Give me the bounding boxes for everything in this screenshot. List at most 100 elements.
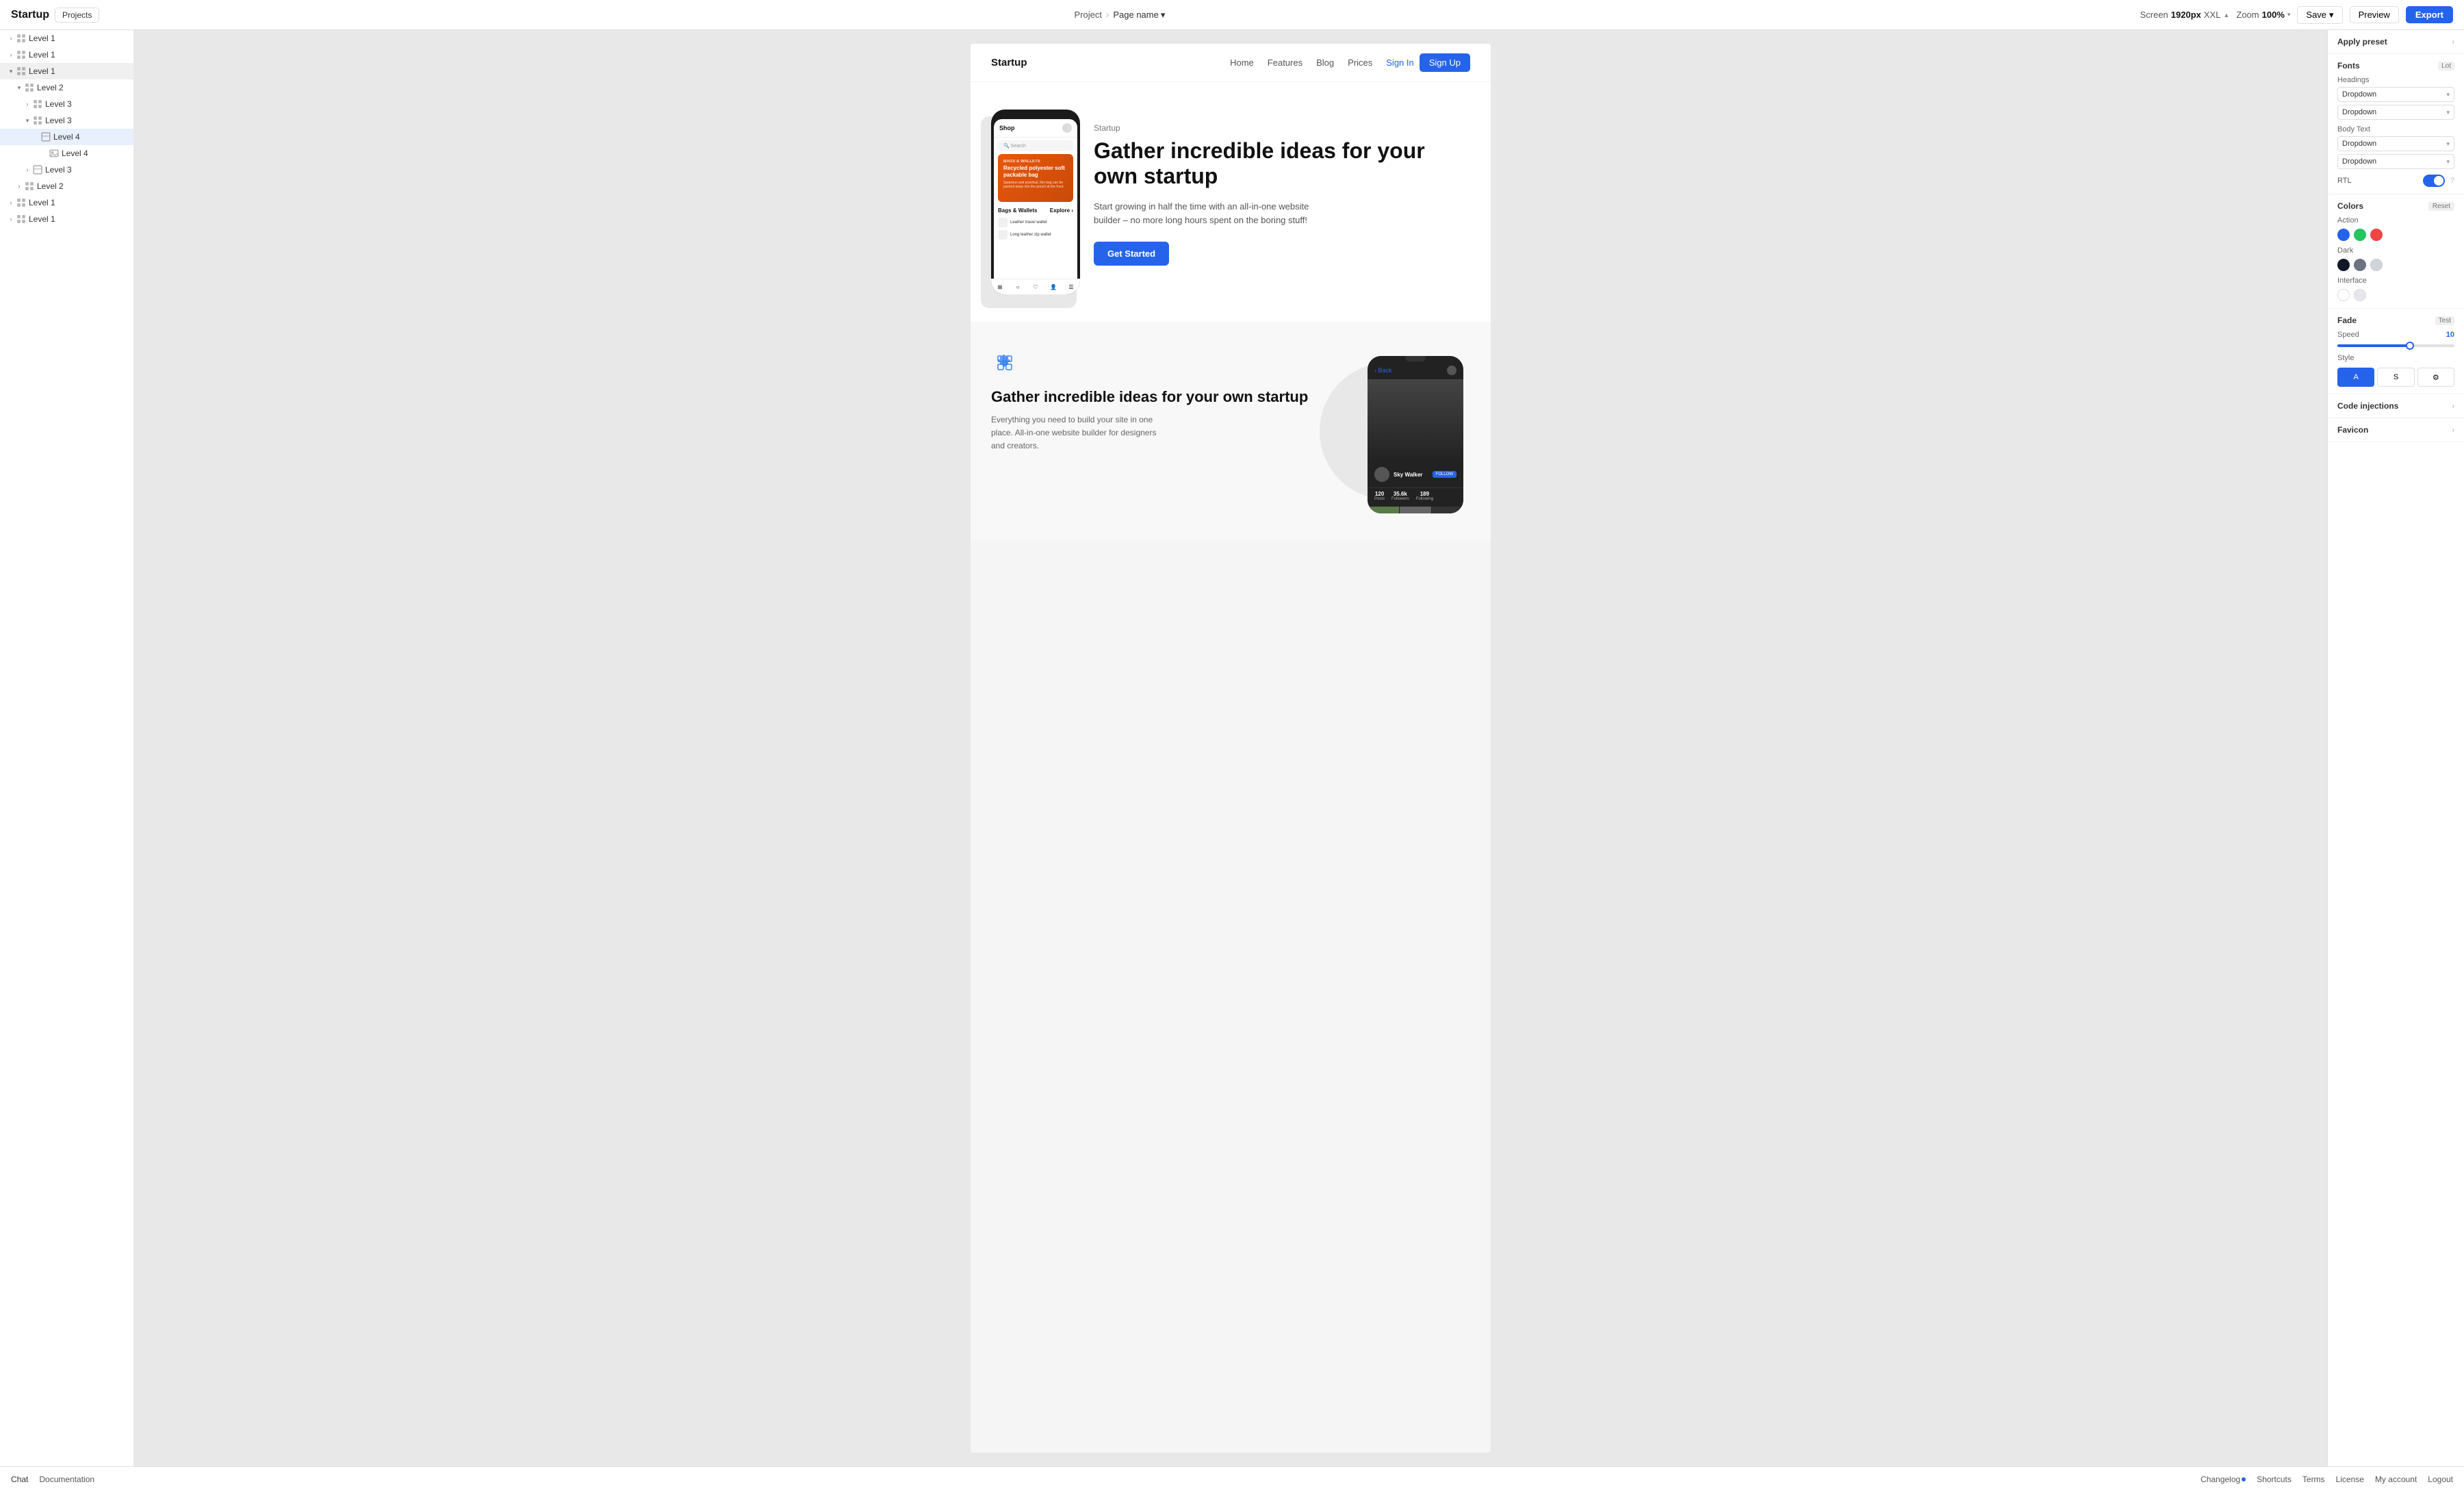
fp-stat-following: 189 Following [1416,491,1433,501]
my-account-link[interactable]: My account [2375,1475,2417,1484]
phone-notch [1018,110,1053,118]
layer-toggle-l3a: › [23,100,31,108]
logout-link[interactable]: Logout [2428,1475,2453,1484]
favicon-header[interactable]: Favicon › [2337,425,2454,435]
terms-link[interactable]: Terms [2302,1475,2325,1484]
phone-product-text-2: Long leather zip wallet [1010,233,1051,237]
get-started-button[interactable]: Get Started [1094,242,1169,266]
layer-label-l2a: Level 2 [37,83,64,92]
fonts-header[interactable]: Fonts Lot [2337,61,2454,71]
nav-link-prices[interactable]: Prices [1348,58,1372,68]
action-color-red[interactable] [2370,229,2383,241]
hero-heading: Gather incredible ideas for your own sta… [1094,138,1470,189]
phone-header: Shop [994,119,1077,138]
favicon-title: Favicon [2337,425,2368,435]
layer-item-l1c[interactable]: ▾Level 1··· [0,63,133,79]
fade-slider-fill [2337,344,2410,347]
projects-button[interactable]: Projects [55,8,99,23]
phone-nav-bag-icon: ☰ [1066,282,1076,292]
screen-dropdown[interactable]: Screen 1920px XXL ▲ [2140,10,2230,20]
style-buttons-group: A S ⚙ [2337,368,2454,387]
fade-section: Fade Test Speed 10 Style A S [2328,309,2464,394]
layer-toggle-l1d: › [7,199,15,207]
dark-color-gray[interactable] [2354,259,2366,271]
zoom-label: Zoom [2236,10,2259,20]
layer-item-l4b[interactable]: Level 4··· [0,145,133,162]
layer-item-l2b[interactable]: ›Level 2··· [0,178,133,194]
shortcuts-link[interactable]: Shortcuts [2257,1475,2292,1484]
page-name-label: Page name [1113,10,1159,20]
style-btn-gear[interactable]: ⚙ [2417,368,2454,387]
fade-slider-track[interactable] [2337,344,2454,347]
page-name-button[interactable]: Page name ▾ [1113,10,1165,21]
breadcrumb-separator: › [1106,10,1109,20]
license-link[interactable]: License [2336,1475,2364,1484]
body-dropdown-1[interactable]: Dropdown ▾ [2337,136,2454,151]
style-btn-a[interactable]: A [2337,368,2374,387]
signup-button[interactable]: Sign Up [1420,53,1470,72]
dark-color-black[interactable] [2337,259,2350,271]
topbar: Startup Projects Project › Page name ▾ S… [0,0,2464,30]
phone-nav-home-icon: ⊞ [995,282,1005,292]
preview-button[interactable]: Preview [2350,6,2399,23]
layer-icon-grid [16,50,26,60]
action-color-green[interactable] [2354,229,2366,241]
page-name-chevron-icon: ▾ [1161,10,1166,21]
layer-item-l1b[interactable]: ›Level 1··· [0,47,133,63]
layer-toggle-l2b: › [15,182,23,190]
website-nav: Startup Home Features Blog Prices Sign I… [971,44,1491,82]
colors-title: Colors [2337,201,2363,211]
layer-item-l1e[interactable]: ›Level 1··· [0,211,133,227]
layer-label-l1e: Level 1 [29,214,55,224]
layer-icon-element [41,132,51,142]
layer-item-l3c[interactable]: ›Level 3··· [0,162,133,178]
nav-link-blog[interactable]: Blog [1316,58,1334,68]
layer-item-l1a[interactable]: ›Level 1··· [0,30,133,47]
heading-dropdown-2-chevron-icon: ▾ [2446,109,2450,116]
speed-label: Speed [2337,331,2359,339]
favicon-section: Favicon › [2328,418,2464,442]
style-btn-s[interactable]: S [2377,368,2414,387]
layer-item-l1d[interactable]: ›Level 1··· [0,194,133,211]
fp-back-label: ‹ Back [1374,367,1392,374]
documentation-link[interactable]: Documentation [39,1475,94,1484]
colors-reset-button[interactable]: Reset [2428,202,2454,211]
dark-color-light[interactable] [2370,259,2383,271]
heading-dropdown-1[interactable]: Dropdown ▾ [2337,87,2454,102]
layer-item-l3a[interactable]: ›Level 3··· [0,96,133,112]
zoom-dropdown[interactable]: Zoom 100% ▾ [2236,10,2290,20]
apply-preset-header[interactable]: Apply preset › [2337,37,2454,47]
layer-item-l2a[interactable]: ▾Level 2··· [0,79,133,96]
phone-search: 🔍 Search [998,140,1073,151]
body-dropdown-2[interactable]: Dropdown ▾ [2337,154,2454,169]
colors-section: Colors Reset Action Dark Interface [2328,194,2464,309]
interface-colors [2337,289,2454,301]
export-button[interactable]: Export [2406,6,2453,23]
body-dropdown-1-value: Dropdown [2342,140,2376,148]
code-injections-header[interactable]: Code injections › [2337,401,2454,411]
canvas-area[interactable]: Startup Home Features Blog Prices Sign I… [134,30,2327,1466]
phone-section-title: Bags & Wallets Explore › [994,205,1077,216]
rtl-toggle-group: ? [2423,175,2454,187]
interface-color-white[interactable] [2337,289,2350,301]
right-panel: Apply preset › Fonts Lot Headings Dropdo… [2327,30,2464,1466]
features-phone: ‹ Back Sky Walker FOLLOW [1368,356,1463,513]
interface-color-gray[interactable] [2354,289,2366,301]
action-color-blue[interactable] [2337,229,2350,241]
fonts-section: Fonts Lot Headings Dropdown ▾ Dropdown ▾… [2328,54,2464,194]
nav-link-features[interactable]: Features [1268,58,1302,68]
nav-link-home[interactable]: Home [1230,58,1254,68]
heading-dropdown-2[interactable]: Dropdown ▾ [2337,105,2454,120]
fp-photo-grid [1368,507,1463,513]
changelog-link[interactable]: Changelog [2200,1475,2246,1484]
layer-item-l3b[interactable]: ▾Level 3··· [0,112,133,129]
chat-link[interactable]: Chat [11,1475,28,1484]
save-button[interactable]: Save ▾ [2297,6,2342,24]
signin-button[interactable]: Sign In [1386,58,1413,68]
rtl-toggle[interactable] [2423,175,2445,187]
layer-item-l4a[interactable]: Level 4··· [0,129,133,145]
fp-photo [1368,379,1463,461]
fade-slider-thumb[interactable] [2406,342,2414,350]
speed-row: Speed 10 [2337,331,2454,339]
fonts-title: Fonts [2337,61,2360,71]
